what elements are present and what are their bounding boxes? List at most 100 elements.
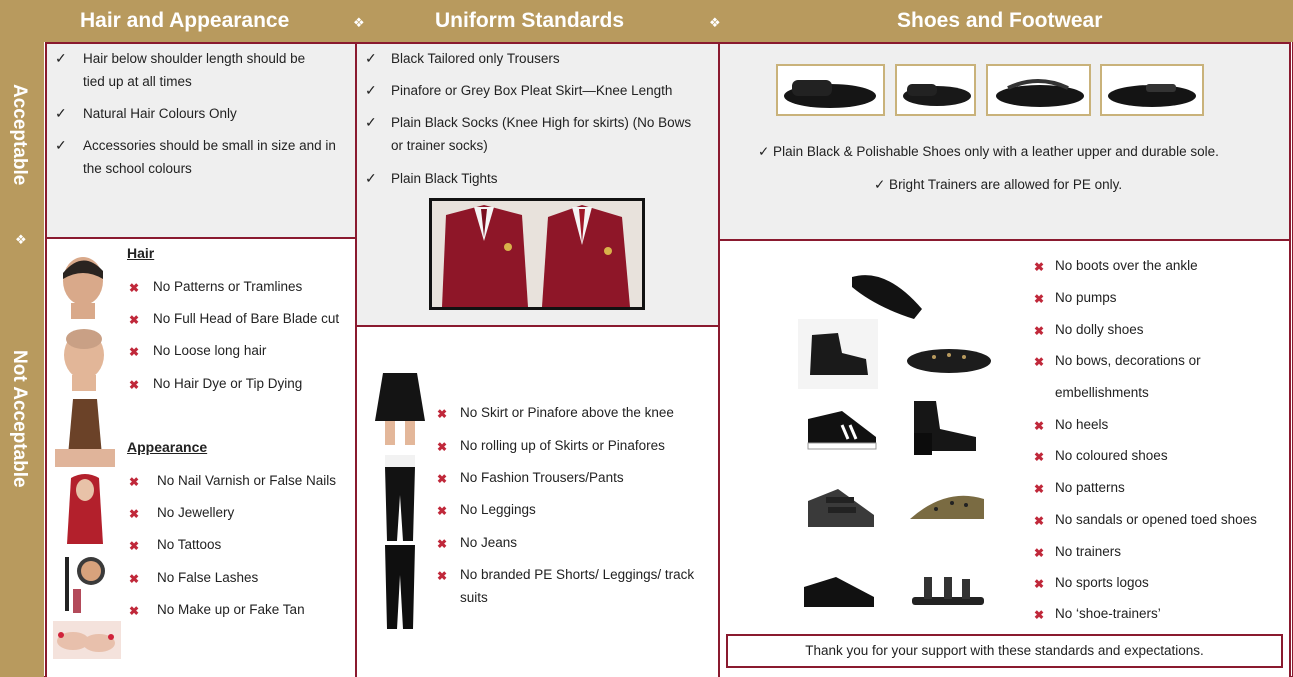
- shoes-no-item: No heels: [1055, 417, 1109, 432]
- uniform-no-item: No Leggings: [460, 502, 536, 517]
- trousers-photo: [377, 455, 423, 541]
- cross-icon: ✖: [129, 539, 140, 553]
- shoes-no-item: No pumps: [1055, 290, 1117, 305]
- shoes-acceptable-panel: ✓ Plain Black & Polishable Shoes only wi…: [718, 42, 1291, 241]
- shoes-footwear-title: Shoes and Footwear: [897, 9, 1103, 32]
- shoes-no-item: No bows, decorations or: [1055, 353, 1201, 368]
- cross-icon: ✖: [129, 281, 140, 295]
- separator-icon: ❖: [353, 15, 365, 30]
- separator-icon: ❖: [15, 232, 27, 247]
- cross-icon: ✖: [1034, 482, 1045, 496]
- check-icon: ✓: [55, 137, 67, 153]
- cross-icon: ✖: [1034, 608, 1045, 622]
- shoes-no-item: No boots over the ankle: [1055, 258, 1198, 273]
- hair-no-item: No Loose long hair: [153, 343, 267, 358]
- hair-ok-item: tied up at all times: [83, 74, 192, 89]
- uniform-ok-item: Black Tailored only Trousers: [391, 51, 560, 66]
- hair-no-item: No Full Head of Bare Blade cut: [153, 311, 340, 326]
- appearance-no-item: No False Lashes: [157, 570, 259, 585]
- acceptable-label: Acceptable: [9, 84, 30, 186]
- hair-no-item: No Patterns or Tramlines: [153, 279, 303, 294]
- uniform-ok-item: Plain Black Tights: [391, 171, 498, 186]
- cross-icon: ✖: [437, 440, 448, 454]
- uniform-ok-item: Plain Black Socks (Knee High for skirts)…: [391, 115, 692, 130]
- patterned-shoe-photo: [906, 479, 988, 535]
- sandal-photo: [908, 563, 988, 613]
- check-icon: ✓: [55, 105, 67, 121]
- cross-icon: ✖: [129, 378, 140, 392]
- not-acceptable-label: Not Acceptable: [9, 350, 30, 488]
- cross-icon: ✖: [1034, 292, 1045, 306]
- uniform-no-item: suits: [460, 590, 488, 605]
- shoe-photo: [776, 64, 885, 116]
- separator-icon: ❖: [709, 15, 721, 30]
- shoes-no-item: No patterns: [1055, 480, 1125, 495]
- cross-icon: ✖: [129, 475, 140, 489]
- cross-icon: ✖: [1034, 419, 1045, 433]
- cross-icon: ✖: [1034, 546, 1045, 560]
- hair-no-item: No Hair Dye or Tip Dying: [153, 376, 303, 391]
- black-trainer-photo: [800, 567, 878, 613]
- appearance-no-item: No Make up or Fake Tan: [157, 602, 305, 617]
- shoes-no-item: No coloured shoes: [1055, 448, 1168, 463]
- shaved-head-photo: [55, 325, 113, 391]
- cross-icon: ✖: [1034, 514, 1045, 528]
- hair-acceptable-panel: ✓ Hair below shoulder length should be t…: [45, 42, 357, 239]
- shoes-not-acceptable-panel: ✖ No boots over the ankle ✖ No pumps ✖ N…: [718, 239, 1291, 677]
- hair-ok-item: the school colours: [83, 161, 192, 176]
- cross-icon: ✖: [1034, 355, 1045, 369]
- appearance-no-item: No Nail Varnish or False Nails: [157, 473, 337, 488]
- check-icon: ✓: [365, 82, 377, 98]
- cross-icon: ✖: [129, 604, 140, 618]
- side-bar: Acceptable ❖ Not Acceptable: [0, 42, 44, 677]
- cross-icon: ✖: [437, 472, 448, 486]
- shoe-photo: [986, 64, 1091, 116]
- uniform-no-item: No Jeans: [460, 535, 518, 550]
- velcro-trainer-photo: [802, 479, 880, 535]
- shoes-ok-item: ✓ Bright Trainers are allowed for PE onl…: [874, 177, 1123, 192]
- uniform-standards-title: Uniform Standards: [435, 9, 625, 32]
- check-icon: ✓: [365, 170, 377, 186]
- studded-flat-photo: [904, 337, 994, 379]
- cross-icon: ✖: [129, 572, 140, 586]
- hair-ok-item: Natural Hair Colours Only: [83, 106, 237, 121]
- shoes-no-item: No trainers: [1055, 544, 1122, 559]
- cross-icon: ✖: [437, 407, 448, 421]
- nails-photo: [53, 621, 121, 659]
- shoes-no-item: embellishments: [1055, 385, 1149, 400]
- heeled-shoe-photo: [906, 393, 984, 459]
- short-skirt-photo: [369, 373, 431, 445]
- shoes-ok-item: ✓ Plain Black & Polishable Shoes only wi…: [758, 144, 1219, 159]
- blazer-photo: [429, 198, 645, 310]
- hair-ok-item: Accessories should be small in size and …: [83, 138, 336, 153]
- cross-icon: ✖: [1034, 577, 1045, 591]
- leggings-photo: [379, 545, 421, 629]
- appearance-no-item: No Tattoos: [157, 537, 222, 552]
- hair-subheading: Hair: [127, 245, 155, 261]
- appearance-no-item: No Jewellery: [157, 505, 235, 520]
- makeup-photo: [59, 549, 109, 615]
- check-icon: ✓: [55, 50, 67, 66]
- trainer-photo: [802, 399, 882, 453]
- uniform-no-item: No Fashion Trousers/Pants: [460, 470, 624, 485]
- shoes-no-item: No ‘shoe-trainers’: [1055, 606, 1161, 621]
- shoes-no-item: No sports logos: [1055, 575, 1149, 590]
- uniform-no-item: No rolling up of Skirts or Pinafores: [460, 438, 665, 453]
- shoes-no-item: No dolly shoes: [1055, 322, 1144, 337]
- cross-icon: ✖: [1034, 324, 1045, 338]
- cross-icon: ✖: [437, 537, 448, 551]
- cross-icon: ✖: [1034, 450, 1045, 464]
- appearance-subheading: Appearance: [127, 439, 208, 455]
- boot-photo: [798, 319, 878, 389]
- cross-icon: ✖: [129, 313, 140, 327]
- uniform-not-acceptable-panel: ✖ No Skirt or Pinafore above the knee ✖ …: [355, 325, 720, 677]
- cross-icon: ✖: [437, 569, 448, 583]
- shoes-no-item: No sandals or opened toed shoes: [1055, 512, 1257, 527]
- check-icon: ✓: [365, 114, 377, 130]
- uniform-no-item: No branded PE Shorts/ Leggings/ track: [460, 567, 695, 582]
- header-bar: Hair and Appearance ❖ Uniform Standards …: [0, 0, 1293, 42]
- cross-icon: ✖: [129, 345, 140, 359]
- shoe-photo: [1100, 64, 1204, 116]
- check-icon: ✓: [365, 50, 377, 66]
- thanks-message: Thank you for your support with these st…: [726, 634, 1283, 668]
